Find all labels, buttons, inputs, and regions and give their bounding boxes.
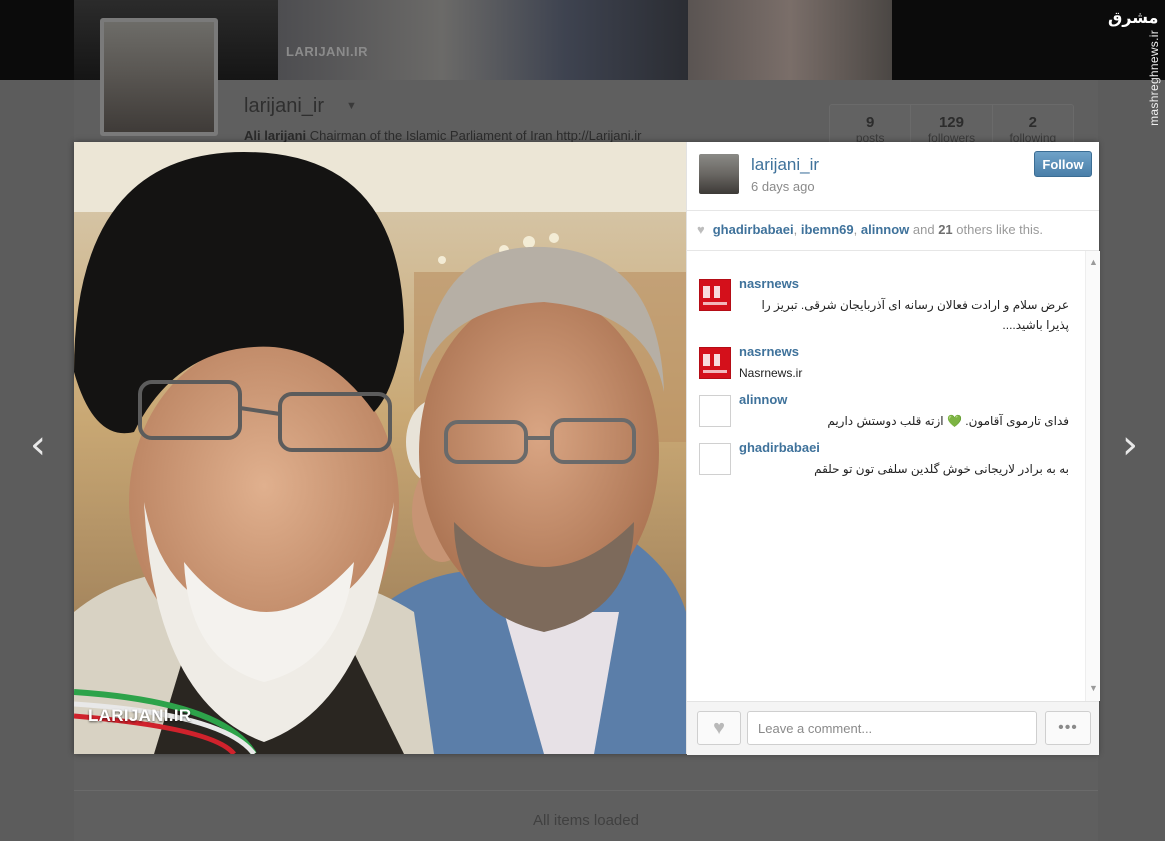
site-watermark-url: mashreghnews.ir <box>1147 30 1161 126</box>
scroll-up-icon[interactable]: ▲ <box>1089 257 1098 267</box>
comments-scrollbar[interactable]: ▲ ▼ <box>1085 251 1100 701</box>
profile-bio-text: Chairman of the Islamic Parliament of Ir… <box>309 128 642 143</box>
comment-composer: ♥ ••• <box>687 701 1099 755</box>
post-photo: LARIJANI.IR <box>74 142 686 754</box>
photo-modal: LARIJANI.IR larijani_ir 6 days ago Follo… <box>74 142 1100 755</box>
commenter-username[interactable]: ghadirbabaei <box>739 440 820 455</box>
liker-link[interactable]: alinnow <box>861 222 909 237</box>
profile-stats: 9 posts 129 followers 2 following <box>829 104 1074 146</box>
stat-value: 2 <box>1028 114 1037 131</box>
photo-watermark-logo: LARIJANI.IR <box>88 706 192 725</box>
commenter-avatar[interactable] <box>699 395 731 427</box>
comment-text: به به برادر لاریجانی خوش گلدین سلفی تون … <box>814 462 1069 476</box>
comment-text: Nasrnews.ir <box>739 366 803 380</box>
stat-posts: 9 posts <box>830 105 912 145</box>
cover-logo-text: LARIJANI.IR <box>286 44 369 59</box>
comment-text: فدای تارموی آقامون. 💚 ازته قلب دوستش دار… <box>827 414 1069 428</box>
post-sidebar: larijani_ir 6 days ago Follow ♥ ghadirbab… <box>686 142 1100 755</box>
liker-link[interactable]: ibemn69 <box>801 222 854 237</box>
commenter-username[interactable]: nasrnews <box>739 276 799 291</box>
liker-link[interactable]: ghadirbabaei <box>713 222 794 237</box>
post-header: larijani_ir 6 days ago Follow <box>687 142 1099 211</box>
comments-list: nasrnews عرض سلام و ارادت فعالان رسانه ا… <box>687 251 1085 701</box>
cover-photo-2 <box>278 0 688 80</box>
chevron-down-icon: ▼ <box>346 100 357 112</box>
divider <box>74 790 1098 791</box>
heart-icon: ♥ <box>697 222 705 237</box>
stat-followers: 129 followers <box>911 105 993 145</box>
scroll-down-icon[interactable]: ▼ <box>1089 683 1098 693</box>
comment-input[interactable] <box>747 711 1037 745</box>
commenter-username[interactable]: alinnow <box>739 392 787 407</box>
profile-bio: Ali larijani Chairman of the Islamic Par… <box>244 128 641 143</box>
profile-avatar <box>104 22 214 132</box>
site-watermark-logo: مشرق <box>1108 8 1159 27</box>
likes-and-text: and <box>912 222 935 237</box>
cover-photo-3 <box>688 0 892 80</box>
owner-username-link[interactable]: larijani_ir <box>751 155 819 175</box>
previous-photo-arrow-icon[interactable]: ‹ <box>30 425 46 465</box>
commenter-username[interactable]: nasrnews <box>739 344 799 359</box>
next-photo-arrow-icon[interactable]: › <box>1122 425 1138 465</box>
profile-full-name: Ali larijani <box>244 128 307 143</box>
commenter-avatar[interactable] <box>699 279 731 311</box>
post-timestamp[interactable]: 6 days ago <box>751 179 815 194</box>
profile-username: larijani_ir <box>244 95 325 117</box>
likes-suffix: others like this. <box>956 222 1043 237</box>
likes-summary: ♥ ghadirbabaei, ibemn69, alinnow and 21 o… <box>687 211 1099 251</box>
stat-following: 2 following <box>993 105 1073 145</box>
more-options-button[interactable]: ••• <box>1045 711 1091 745</box>
comment-text: عرض سلام و ارادت فعالان رسانه ای آذربایج… <box>761 298 1069 332</box>
commenter-avatar[interactable] <box>699 347 731 379</box>
stat-value: 9 <box>865 114 875 131</box>
likes-count[interactable]: 21 <box>938 222 952 237</box>
follow-button[interactable]: Follow <box>1034 151 1092 177</box>
post-photo-image <box>74 142 686 754</box>
heart-icon: ♥ <box>713 716 725 739</box>
all-items-loaded-text: All items loaded <box>533 812 639 829</box>
commenter-avatar[interactable] <box>699 443 731 475</box>
owner-avatar[interactable] <box>699 154 739 194</box>
like-button[interactable]: ♥ <box>697 711 741 745</box>
stat-value: 129 <box>938 114 964 131</box>
